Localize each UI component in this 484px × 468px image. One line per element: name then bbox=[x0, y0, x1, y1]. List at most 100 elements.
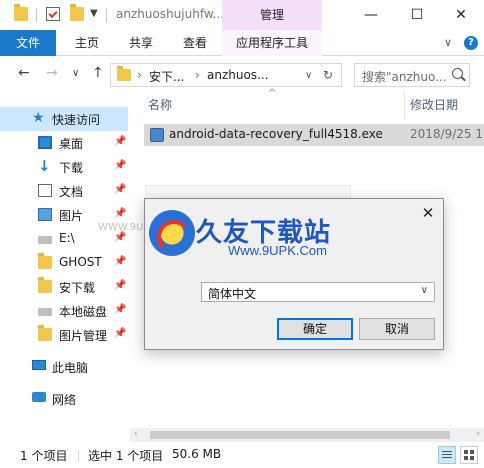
scroll-left-icon[interactable]: ‹ bbox=[134, 429, 138, 439]
document-icon bbox=[38, 184, 52, 197]
sidebar-item-label: E:\ bbox=[59, 231, 75, 245]
item-count: 1 个项目 bbox=[20, 449, 68, 463]
tab-app-tools[interactable]: 应用程序工具 bbox=[222, 30, 322, 56]
sidebar-item-label: 此电脑 bbox=[52, 361, 89, 375]
scroll-right-icon[interactable]: › bbox=[476, 429, 480, 439]
up-button[interactable]: ↑ bbox=[92, 65, 104, 81]
folder-icon bbox=[117, 66, 131, 81]
sort-arrow-icon: ^ bbox=[268, 88, 277, 99]
refresh-icon[interactable]: ↻ bbox=[323, 68, 333, 82]
file-modified: 2018/9/25 11 bbox=[410, 127, 484, 141]
ok-button[interactable]: 确定 bbox=[277, 318, 353, 340]
pin-icon: 📌 bbox=[114, 280, 127, 291]
tab-share[interactable]: 共享 bbox=[129, 30, 153, 56]
sidebar-item-label: 桌面 bbox=[59, 137, 84, 151]
sidebar-item-local-disk[interactable]: 本地磁盘 📌 bbox=[0, 299, 128, 323]
pin-icon: 📌 bbox=[114, 256, 127, 267]
large-icons-view-icon[interactable] bbox=[460, 446, 478, 464]
sidebar-item-label: 本地磁盘 bbox=[59, 305, 108, 319]
pin-icon: 📌 bbox=[114, 328, 127, 339]
horizontal-scrollbar[interactable]: ‹ › bbox=[130, 428, 484, 442]
sidebar-item-ghost[interactable]: GHOST 📌 bbox=[0, 251, 128, 275]
sidebar-item-label: GHOST bbox=[59, 255, 102, 269]
details-view-icon[interactable] bbox=[438, 446, 456, 464]
collapse-ribbon-icon[interactable]: ∨ bbox=[444, 36, 452, 49]
sidebar-item-documents[interactable]: 文档 📌 bbox=[0, 179, 128, 203]
sidebar-item-network[interactable]: 网络 bbox=[0, 387, 128, 411]
status-bar: 1 个项目 选中 1 个项目 50.6 MB bbox=[0, 442, 484, 468]
cancel-button[interactable]: 取消 bbox=[359, 318, 435, 340]
dialog-close-button[interactable]: ✕ bbox=[417, 202, 439, 224]
quick-access-dropdown-icon[interactable]: ▼ bbox=[90, 8, 98, 19]
sidebar-item-label: 图片管理 bbox=[59, 329, 108, 343]
new-folder-icon[interactable] bbox=[70, 4, 84, 21]
recent-locations-button[interactable]: ∨ bbox=[72, 68, 79, 79]
window-title: anzhuoshujuhfw... bbox=[116, 7, 224, 21]
file-name: android-data-recovery_full4518.exe bbox=[169, 127, 383, 141]
folder-icon bbox=[14, 4, 28, 21]
pc-icon bbox=[32, 360, 46, 370]
selected-size: 50.6 MB bbox=[172, 447, 222, 461]
language-select[interactable]: 简体中文 ∨ bbox=[201, 282, 435, 302]
pin-icon: 📌 bbox=[114, 160, 127, 171]
close-button[interactable]: ✕ bbox=[438, 0, 484, 30]
installer-icon bbox=[150, 128, 164, 142]
back-button[interactable]: ← bbox=[18, 65, 30, 81]
address-bar[interactable]: › 安下... › anzhuos... ∨ ↻ bbox=[110, 63, 342, 87]
scrollbar-thumb[interactable] bbox=[150, 431, 450, 439]
sidebar-item-downloads[interactable]: ↓ 下载 📌 bbox=[0, 155, 128, 179]
sidebar-item-label: 安下载 bbox=[59, 281, 96, 295]
breadcrumb-item[interactable]: 安下... bbox=[149, 68, 184, 85]
properties-icon[interactable] bbox=[46, 7, 60, 21]
sidebar-item-label: 文档 bbox=[59, 185, 84, 199]
column-divider[interactable] bbox=[404, 92, 405, 120]
breadcrumb-separator: › bbox=[137, 68, 142, 82]
manage-tab[interactable]: 管理 bbox=[222, 0, 322, 30]
pin-icon: 📌 bbox=[114, 184, 127, 195]
pin-icon: 📌 bbox=[114, 232, 127, 243]
pin-icon: 📌 bbox=[114, 304, 127, 315]
divider bbox=[78, 450, 79, 462]
watermark-url: Www.9UPK.Com bbox=[228, 243, 327, 258]
sidebar-item-quick-access[interactable]: ★ 快速访问 bbox=[0, 107, 128, 131]
sidebar-item-label: 快速访问 bbox=[52, 113, 101, 127]
language-selected-value: 简体中文 bbox=[208, 287, 257, 301]
column-header-modified[interactable]: 修改日期 bbox=[410, 96, 458, 113]
watermark-logo-icon bbox=[149, 210, 195, 256]
breadcrumb-separator: › bbox=[195, 68, 200, 82]
ribbon-tabs: 文件 主页 共享 查看 应用程序工具 ∨ ? bbox=[0, 30, 484, 56]
download-icon: ↓ bbox=[38, 157, 51, 175]
sidebar-item-this-pc[interactable]: 此电脑 bbox=[0, 355, 128, 379]
sidebar-item-picture-manager[interactable]: 图片管理 📌 bbox=[0, 323, 128, 347]
drive-icon bbox=[38, 308, 52, 316]
help-icon[interactable]: ? bbox=[464, 36, 478, 50]
selected-count: 选中 1 个项目 bbox=[88, 449, 164, 463]
pin-icon: 📌 bbox=[114, 136, 127, 147]
maximize-button[interactable]: ☐ bbox=[394, 0, 440, 30]
breadcrumb-item[interactable]: anzhuos... bbox=[207, 68, 269, 82]
minimize-button[interactable]: — bbox=[348, 0, 394, 30]
tab-view[interactable]: 查看 bbox=[183, 30, 207, 56]
navigation-pane: ★ 快速访问 桌面 📌 ↓ 下载 📌 文档 📌 图片 📌 E:\ 📌 GHOST… bbox=[0, 92, 130, 435]
divider bbox=[106, 8, 107, 22]
folder-icon bbox=[38, 277, 52, 293]
search-input[interactable]: 搜索"anzhuo... bbox=[354, 63, 470, 87]
column-header-name[interactable]: 名称 bbox=[148, 96, 172, 113]
chevron-down-icon: ∨ bbox=[420, 285, 428, 296]
drive-icon bbox=[38, 236, 52, 244]
tab-file[interactable]: 文件 bbox=[0, 30, 56, 56]
folder-icon bbox=[38, 253, 52, 269]
title-bar: ▼ anzhuoshujuhfw... 管理 — ☐ ✕ bbox=[0, 0, 484, 30]
address-dropdown-icon[interactable]: ∨ bbox=[305, 70, 312, 81]
pictures-icon bbox=[38, 208, 52, 221]
table-row[interactable]: android-data-recovery_full4518.exe 2018/… bbox=[144, 124, 484, 146]
pin-icon: 📌 bbox=[114, 208, 127, 219]
network-icon bbox=[32, 392, 46, 402]
tab-home[interactable]: 主页 bbox=[75, 30, 99, 56]
search-placeholder: 搜索"anzhuo... bbox=[362, 70, 447, 84]
sidebar-item-desktop[interactable]: 桌面 📌 bbox=[0, 131, 128, 155]
sidebar-item-anxiazai[interactable]: 安下载 📌 bbox=[0, 275, 128, 299]
address-row: ← → ∨ ↑ › 安下... › anzhuos... ∨ ↻ 搜索"anzh… bbox=[0, 56, 484, 92]
divider bbox=[36, 8, 37, 22]
forward-button[interactable]: → bbox=[46, 65, 58, 81]
